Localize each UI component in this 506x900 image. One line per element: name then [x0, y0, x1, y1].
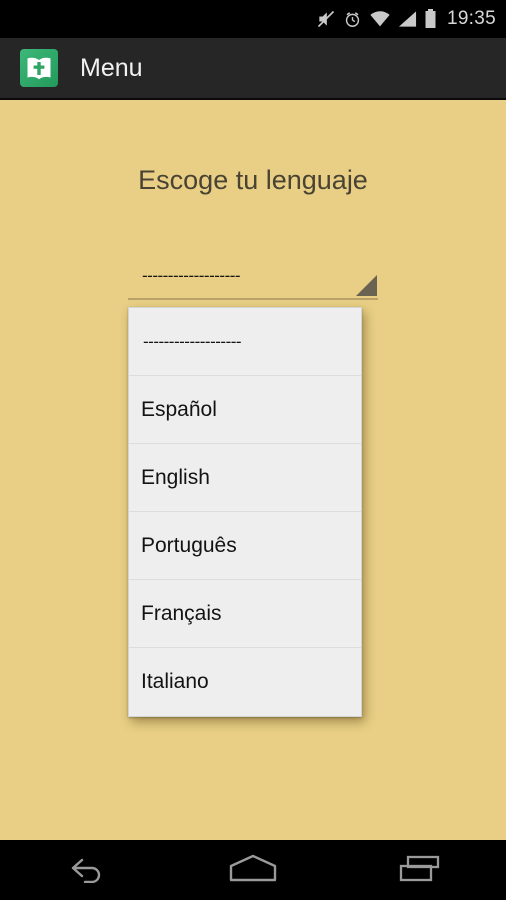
language-spinner-value: -------------------: [142, 266, 241, 285]
spinner-triangle-icon: [356, 275, 377, 296]
status-bar: 19:35: [0, 0, 506, 38]
dropdown-item-espanol[interactable]: Español: [129, 376, 361, 444]
signal-icon: [398, 10, 417, 28]
dropdown-item-english[interactable]: English: [129, 444, 361, 512]
mute-icon: [316, 9, 336, 29]
dropdown-item-label: Português: [141, 533, 237, 557]
action-bar: Menu: [0, 38, 506, 100]
home-icon: [225, 852, 281, 889]
language-spinner[interactable]: -------------------: [128, 260, 378, 300]
nav-recents-button[interactable]: [367, 840, 477, 900]
alarm-icon: [343, 10, 362, 29]
nav-home-button[interactable]: [198, 840, 308, 900]
dropdown-item-label: Español: [141, 397, 217, 421]
dropdown-item-francais[interactable]: Français: [129, 580, 361, 648]
back-arrow-icon: [61, 853, 107, 888]
bible-book-icon[interactable]: [20, 49, 58, 87]
main-content: Escoge tu lenguaje ------------------- -…: [0, 100, 506, 840]
dropdown-item-italiano[interactable]: Italiano: [129, 648, 361, 716]
dropdown-item-label: Français: [141, 601, 222, 625]
action-bar-title: Menu: [80, 53, 143, 82]
status-clock: 19:35: [446, 8, 496, 29]
recents-icon: [397, 852, 447, 889]
wifi-icon: [369, 10, 391, 28]
battery-icon: [424, 9, 437, 29]
language-dropdown-list[interactable]: ------------------- Español English Port…: [128, 307, 362, 717]
dropdown-item-placeholder[interactable]: -------------------: [129, 308, 361, 376]
dropdown-item-portugues[interactable]: Português: [129, 512, 361, 580]
page-title: Escoge tu lenguaje: [138, 165, 368, 195]
nav-back-button[interactable]: [29, 840, 139, 900]
navigation-bar: [0, 840, 506, 900]
dropdown-item-label: -------------------: [143, 331, 242, 351]
dropdown-item-label: Italiano: [141, 670, 209, 693]
android-screen: 19:35 Menu Escoge tu lenguaje ----------…: [0, 0, 506, 900]
dropdown-item-label: English: [141, 465, 210, 489]
